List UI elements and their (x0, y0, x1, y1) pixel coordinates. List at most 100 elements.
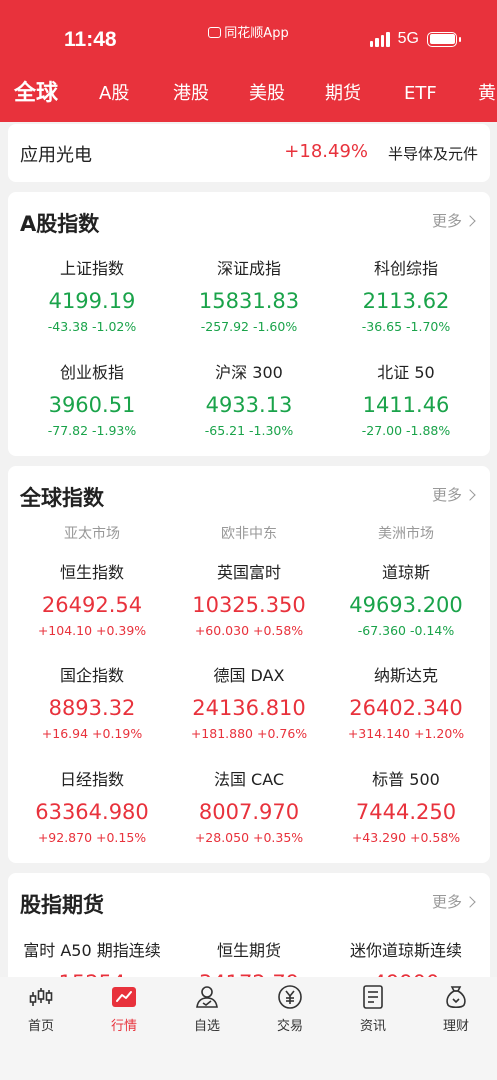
index-cell[interactable]: 道琼斯 49693.200 -67.360 -0.14% (326, 562, 486, 640)
index-cell[interactable]: 沪深 300 4933.13 -65.21 -1.30% (169, 362, 329, 440)
app-header: 11:48 同花顺App 5G 全球 A股 港股 美股 期货 ETF 黄 (0, 0, 497, 122)
nav-trade[interactable]: 交易 (249, 983, 331, 1034)
tab-etf[interactable]: ETF (404, 74, 437, 114)
sector-industry: 半导体及元件 (387, 145, 478, 163)
index-name: 纳斯达克 (373, 666, 438, 685)
index-value: 49693.200 (349, 593, 463, 617)
index-change: -257.92 -1.60% (200, 319, 298, 334)
index-name: 沪深 300 (215, 363, 283, 382)
index-value: 10325.350 (192, 593, 306, 617)
index-value: 24136.810 (192, 696, 306, 720)
index-value: 4933.13 (205, 393, 293, 417)
tab-gold[interactable]: 黄 (478, 74, 496, 114)
index-change: +28.050 +0.35% (194, 830, 304, 845)
index-change: +16.94 +0.19% (41, 726, 143, 741)
a-share-title: A股指数 (20, 212, 100, 236)
bottom-nav: 首页 行情 自选 交易 资讯 理财 (0, 977, 497, 1080)
index-name: 上证指数 (59, 259, 124, 278)
tab-futures[interactable]: 期货 (325, 74, 361, 114)
index-cell[interactable]: 北证 50 1411.46 -27.00 -1.88% (326, 362, 486, 440)
app-icon (208, 27, 222, 38)
global-more-link[interactable]: 更多 (431, 484, 476, 505)
index-change: +43.290 +0.58% (351, 830, 461, 845)
index-name: 科创综指 (373, 259, 438, 278)
more-label: 更多 (431, 486, 462, 504)
news-document-icon (359, 983, 387, 1011)
index-name: 国企指数 (59, 666, 124, 685)
index-cell[interactable]: 恒生指数 26492.54 +104.10 +0.39% (12, 562, 172, 640)
index-cell[interactable]: 深证成指 15831.83 -257.92 -1.60% (169, 258, 329, 336)
tab-us-stock[interactable]: 美股 (249, 74, 285, 114)
nav-label: 首页 (27, 1019, 54, 1034)
trade-yen-icon (276, 983, 304, 1011)
index-value: 8007.970 (198, 800, 300, 824)
a-share-more-link[interactable]: 更多 (432, 210, 476, 231)
futures-title: 股指期货 (20, 893, 104, 917)
nav-watchlist[interactable]: 自选 (166, 983, 248, 1034)
index-name: 创业板指 (59, 363, 124, 382)
status-right: 5G (369, 30, 461, 48)
global-title: 全球指数 (20, 486, 104, 510)
index-cell[interactable]: 上证指数 4199.19 -43.38 -1.02% (12, 258, 172, 336)
index-change: -67.360 -0.14% (357, 623, 455, 638)
index-cell[interactable]: 法国 CAC 8007.970 +28.050 +0.35% (169, 769, 329, 847)
futures-name: 迷你道琼斯连续 (349, 941, 462, 960)
futures-name: 富时 A50 期指连续 (23, 941, 161, 960)
index-change: +181.880 +0.76% (190, 726, 308, 741)
index-value: 7444.250 (355, 800, 457, 824)
index-change: -36.65 -1.70% (361, 319, 451, 334)
index-cell[interactable]: 科创综指 2113.62 -36.65 -1.70% (326, 258, 486, 336)
sector-change: +18.49% (284, 141, 368, 162)
battery-icon (427, 31, 461, 47)
index-cell[interactable]: 德国 DAX 24136.810 +181.880 +0.76% (169, 665, 329, 743)
sector-highlight[interactable]: 应用光电 +18.49% 半导体及元件 (8, 124, 490, 182)
index-cell[interactable]: 纳斯达克 26402.340 +314.140 +1.20% (326, 665, 486, 743)
sector-stock-name: 应用光电 (20, 145, 92, 166)
network-label: 5G (397, 30, 419, 47)
index-change: +92.870 +0.15% (37, 830, 147, 845)
index-value: 15831.83 (198, 289, 300, 313)
nav-wealth[interactable]: 理财 (415, 983, 497, 1034)
nav-label: 交易 (276, 1019, 303, 1034)
index-cell[interactable]: 创业板指 3960.51 -77.82 -1.93% (12, 362, 172, 440)
index-cell[interactable]: 英国富时 10325.350 +60.030 +0.58% (169, 562, 329, 640)
index-change: +314.140 +1.20% (347, 726, 465, 741)
more-label: 更多 (431, 893, 462, 911)
futures-more-link[interactable]: 更多 (431, 891, 476, 912)
nav-label: 资讯 (359, 1019, 386, 1034)
index-cell[interactable]: 国企指数 8893.32 +16.94 +0.19% (12, 665, 172, 743)
index-change: +104.10 +0.39% (37, 623, 147, 638)
signal-icon (369, 31, 390, 47)
index-name: 深证成指 (216, 259, 281, 278)
index-cell[interactable]: 标普 500 7444.250 +43.290 +0.58% (326, 769, 486, 847)
index-value: 2113.62 (362, 289, 450, 313)
index-cell[interactable]: 日经指数 63364.980 +92.870 +0.15% (12, 769, 172, 847)
index-name: 道琼斯 (381, 563, 430, 582)
index-change: -27.00 -1.88% (361, 423, 451, 438)
region-label: 美洲市场 (378, 526, 434, 542)
index-value: 8893.32 (48, 696, 136, 720)
index-change: +60.030 +0.58% (194, 623, 304, 638)
chevron-right-icon (464, 895, 476, 908)
futures-name: 恒生期货 (216, 941, 281, 960)
index-name: 德国 DAX (213, 666, 285, 685)
nav-news[interactable]: 资讯 (332, 983, 414, 1034)
home-candlestick-icon (27, 983, 55, 1011)
index-name: 北证 50 (377, 363, 435, 382)
nav-home[interactable]: 首页 (0, 983, 82, 1034)
index-name: 日经指数 (59, 770, 124, 789)
index-change: -65.21 -1.30% (204, 423, 294, 438)
index-value: 26402.340 (349, 696, 463, 720)
nav-label: 自选 (193, 1019, 220, 1034)
global-index-card: 全球指数 更多 亚太市场 欧非中东 美洲市场 恒生指数 26492.54 +10… (8, 466, 490, 863)
index-name: 英国富时 (216, 563, 281, 582)
tab-hk-stock[interactable]: 港股 (173, 74, 209, 114)
tab-a-share[interactable]: A股 (99, 74, 129, 114)
index-name: 法国 CAC (213, 770, 285, 789)
chevron-right-icon (464, 214, 476, 227)
tab-global[interactable]: 全球 (14, 74, 58, 114)
chevron-right-icon (464, 488, 476, 501)
index-change: -43.38 -1.02% (47, 319, 137, 334)
nav-market[interactable]: 行情 (83, 983, 165, 1034)
index-name: 标普 500 (372, 770, 440, 789)
